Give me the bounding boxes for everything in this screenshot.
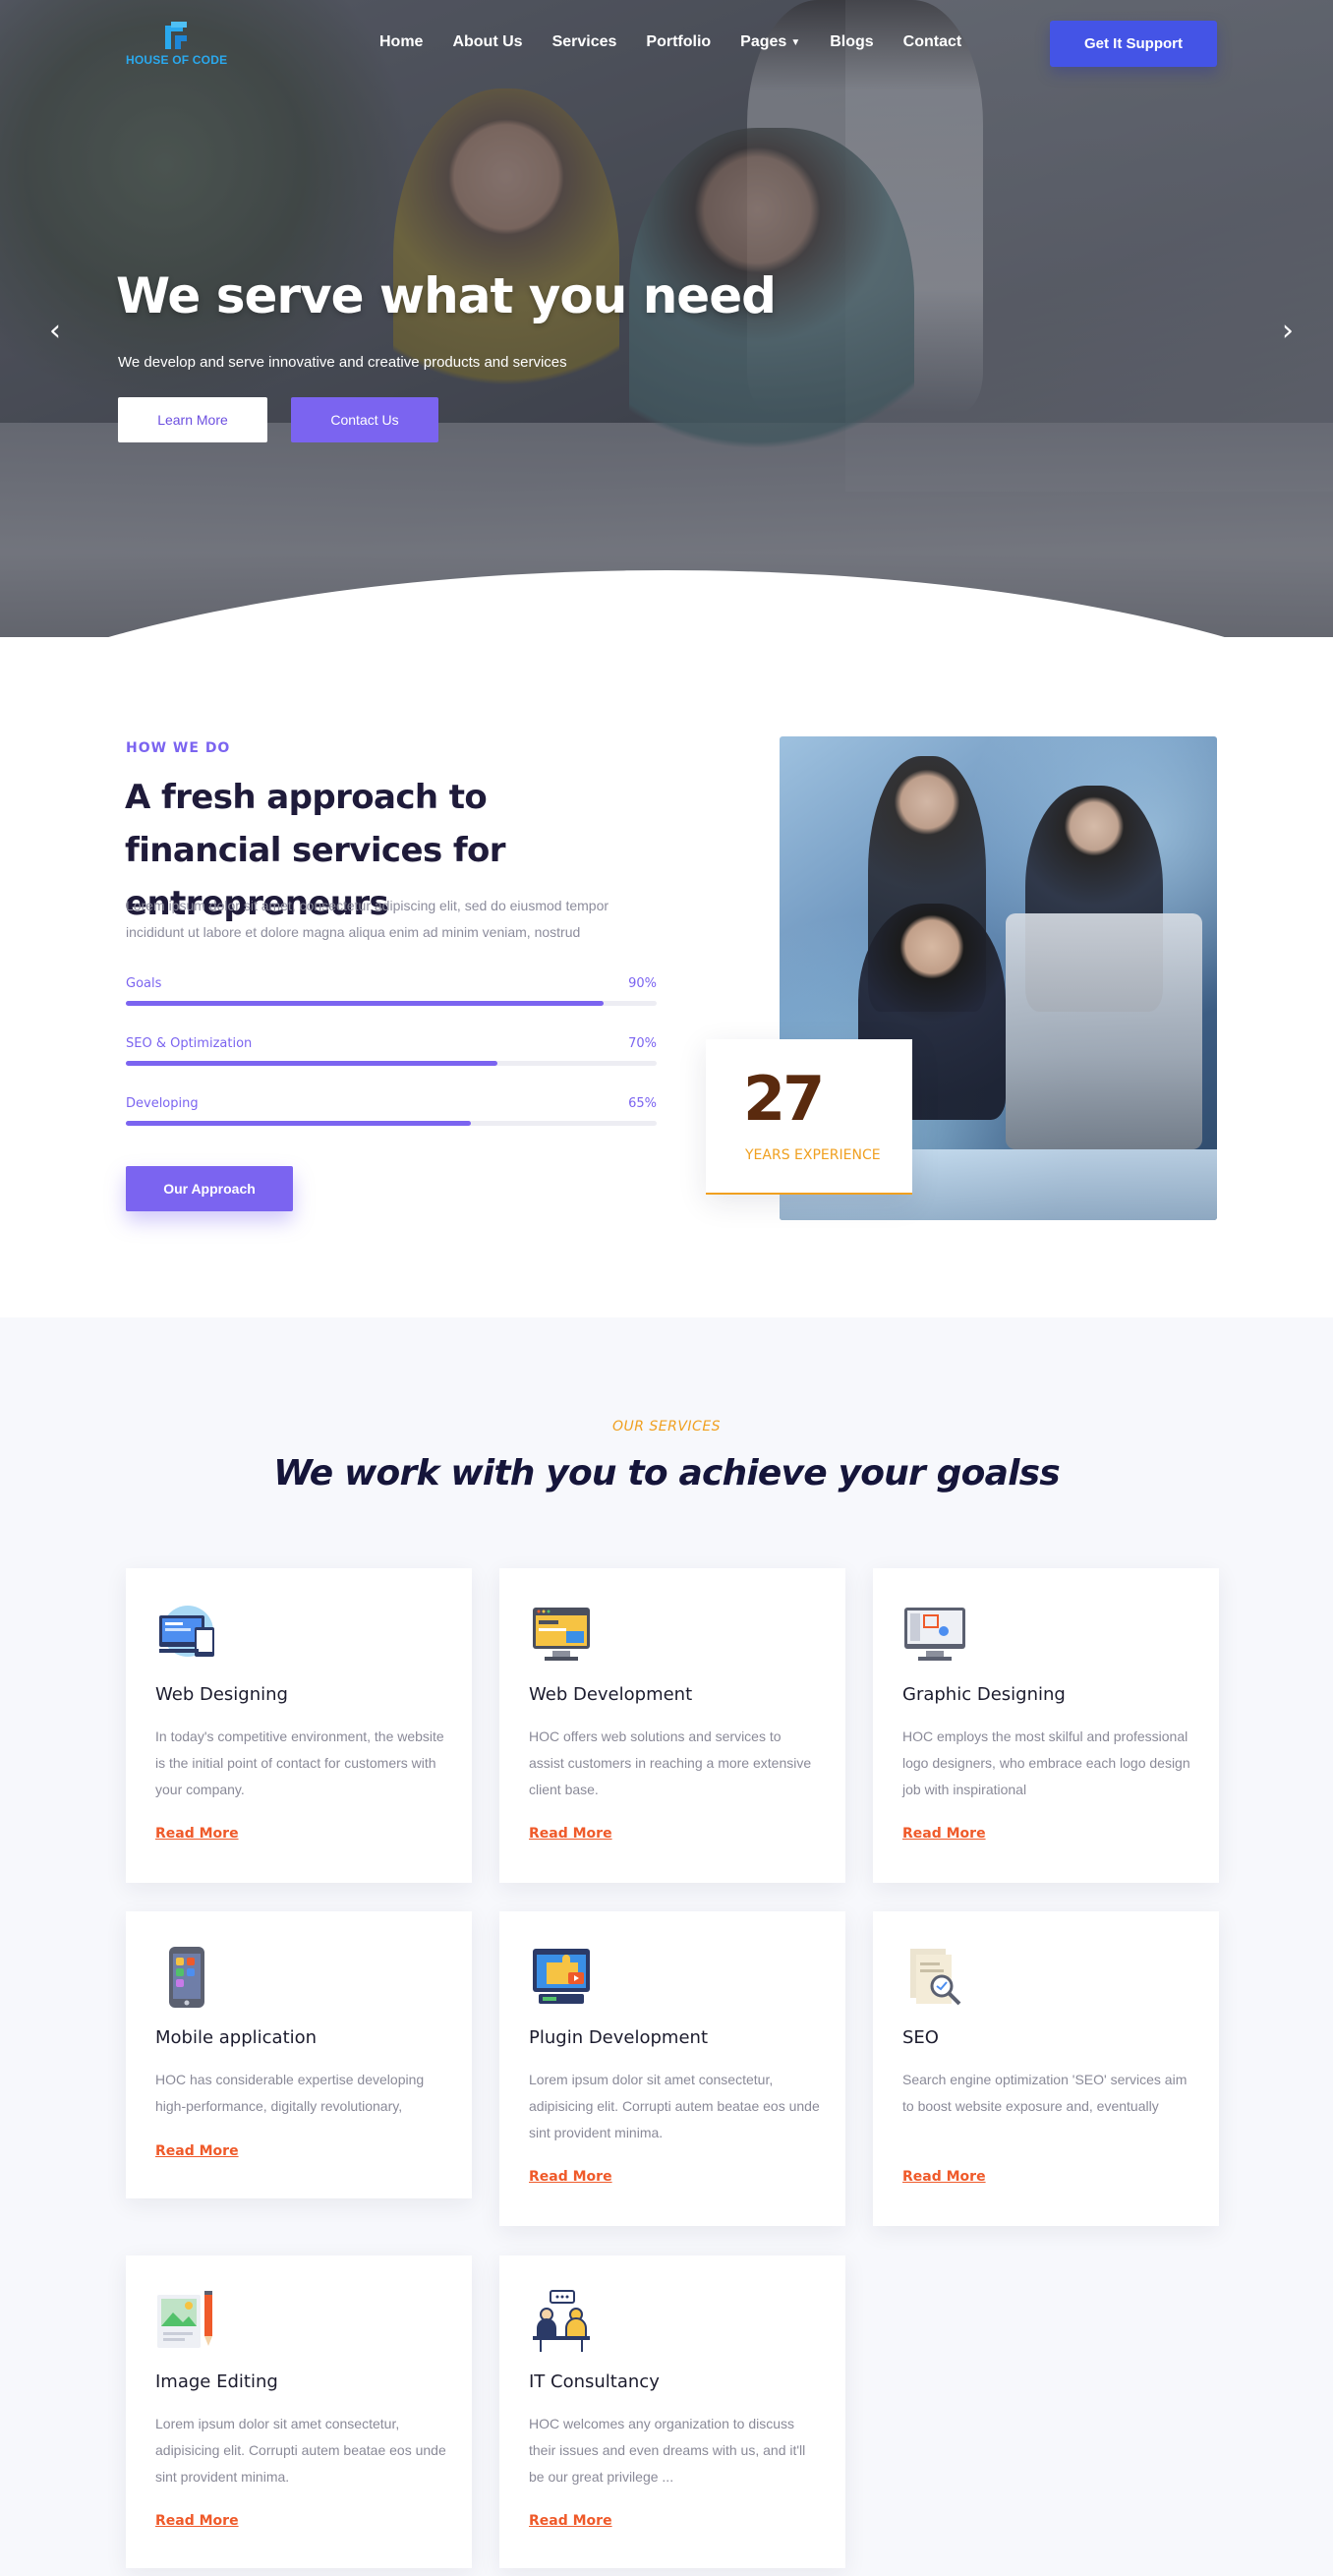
service-card-web-development: Web Development HOC offers web solutions… xyxy=(499,1568,845,1883)
get-support-button[interactable]: Get It Support xyxy=(1050,21,1217,67)
chevron-down-icon: ▼ xyxy=(790,36,801,48)
web-development-icon xyxy=(533,1608,590,1661)
service-card-plugin-development: Plugin Development Lorem ipsum dolor sit… xyxy=(499,1911,845,2226)
service-card-graphic-designing: Graphic Designing HOC employs the most s… xyxy=(873,1568,1219,1883)
skill-bar-goals: Goals 90% xyxy=(126,976,657,1016)
read-more-link[interactable]: Read More xyxy=(902,2169,986,2185)
slider-dots xyxy=(653,610,690,617)
about-text: Lorem ipsum dolor sit amet, consectetur … xyxy=(126,898,609,940)
read-more-link[interactable]: Read More xyxy=(529,2169,612,2185)
nav-link-pages-label: Pages xyxy=(740,33,787,50)
read-more-link[interactable]: Read More xyxy=(902,1826,986,1842)
hero-subtitle: We develop and serve innovative and crea… xyxy=(118,354,567,371)
slider-dot-active[interactable] xyxy=(667,610,675,617)
contact-us-button[interactable]: Contact Us xyxy=(291,397,438,442)
service-card-it-consultancy: IT Consultancy HOC welcomes any organiza… xyxy=(499,2255,845,2568)
skill-track xyxy=(126,1121,657,1126)
service-card-title: IT Consultancy xyxy=(529,2371,660,2392)
skill-label: Developing xyxy=(126,1096,199,1111)
nav-link-contact[interactable]: Contact xyxy=(903,33,962,51)
service-card-title: Mobile application xyxy=(155,2027,318,2048)
read-more-link[interactable]: Read More xyxy=(155,1826,239,1842)
skill-bar-developing: Developing 65% xyxy=(126,1096,657,1136)
experience-number: 27 xyxy=(743,1063,825,1135)
skill-label: Goals xyxy=(126,976,162,991)
skill-fill xyxy=(126,1061,497,1066)
experience-badge: 27 YEARS EXPERIENCE xyxy=(706,1039,912,1195)
service-card-web-designing: Web Designing In today's competitive env… xyxy=(126,1568,472,1883)
service-card-seo: SEO Search engine optimization 'SEO' ser… xyxy=(873,1911,1219,2226)
slider-next-arrow-icon[interactable]: › xyxy=(1270,313,1305,348)
services-section: OUR SERVICES We work with you to achieve… xyxy=(0,1317,1333,2576)
skill-fill xyxy=(126,1121,471,1126)
read-more-link[interactable]: Read More xyxy=(155,2143,239,2159)
nav-link-blogs[interactable]: Blogs xyxy=(830,33,873,51)
monitor-image xyxy=(1006,913,1202,1149)
skill-percent: 65% xyxy=(628,1096,657,1111)
skill-bar-seo: SEO & Optimization 70% xyxy=(126,1036,657,1076)
service-card-title: SEO xyxy=(902,2027,939,2048)
about-eyebrow: HOW WE DO xyxy=(126,740,231,756)
nav-link-portfolio[interactable]: Portfolio xyxy=(646,33,711,51)
web-design-icon xyxy=(159,1606,214,1657)
service-card-text: HOC offers web solutions and services to… xyxy=(529,1728,812,1797)
slider-dot[interactable] xyxy=(653,611,658,616)
service-card-text: HOC welcomes any organization to discuss… xyxy=(529,2416,806,2485)
hero-section: HOUSE OF CODE Home About Us Services Por… xyxy=(0,0,1333,637)
services-title: We work with you to achieve your goalss xyxy=(273,1453,1061,1493)
hero-title: We serve what you need xyxy=(116,267,777,324)
service-card-text: Search engine optimization 'SEO' service… xyxy=(902,2072,1188,2114)
service-card-image-editing: Image Editing Lorem ipsum dolor sit amet… xyxy=(126,2255,472,2568)
skill-percent: 70% xyxy=(628,1036,657,1051)
slider-dot[interactable] xyxy=(685,611,690,616)
experience-label: YEARS EXPERIENCE xyxy=(745,1147,881,1163)
service-card-text: HOC employs the most skilful and profess… xyxy=(902,1728,1190,1797)
service-card-title: Web Development xyxy=(529,1684,693,1705)
logo-mark-icon xyxy=(165,22,187,49)
skill-label: SEO & Optimization xyxy=(126,1036,253,1051)
service-card-title: Graphic Designing xyxy=(902,1684,1066,1705)
mobile-app-icon xyxy=(169,1947,204,2008)
service-card-title: Plugin Development xyxy=(529,2027,708,2048)
slider-prev-arrow-icon[interactable]: ‹ xyxy=(37,313,73,348)
skill-percent: 90% xyxy=(628,976,657,991)
navbar: HOUSE OF CODE Home About Us Services Por… xyxy=(0,0,1333,88)
skill-track xyxy=(126,1061,657,1066)
read-more-link[interactable]: Read More xyxy=(529,1826,612,1842)
service-card-text: Lorem ipsum dolor sit amet consectetur, … xyxy=(155,2416,446,2485)
logo[interactable]: HOUSE OF CODE xyxy=(126,20,244,71)
consultancy-icon xyxy=(533,2290,590,2352)
services-eyebrow: OUR SERVICES xyxy=(611,1419,722,1434)
plugin-icon xyxy=(533,1949,590,2004)
seo-icon xyxy=(910,1949,961,2006)
nav-link-services[interactable]: Services xyxy=(552,33,617,51)
service-card-title: Image Editing xyxy=(155,2371,278,2392)
image-editing-icon xyxy=(157,2291,212,2348)
skill-track xyxy=(126,1001,657,1006)
learn-more-button[interactable]: Learn More xyxy=(118,397,267,442)
service-card-title: Web Designing xyxy=(155,1684,288,1705)
nav-link-about[interactable]: About Us xyxy=(452,33,522,51)
read-more-link[interactable]: Read More xyxy=(529,2513,612,2529)
service-card-text: In today's competitive environment, the … xyxy=(155,1728,444,1797)
service-card-mobile-application: Mobile application HOC has considerable … xyxy=(126,1911,472,2198)
our-approach-button[interactable]: Our Approach xyxy=(126,1166,293,1211)
logo-text: HOUSE OF CODE xyxy=(126,53,228,67)
nav-link-pages[interactable]: Pages ▼ xyxy=(740,33,800,51)
read-more-link[interactable]: Read More xyxy=(155,2513,239,2529)
skill-fill xyxy=(126,1001,604,1006)
nav-menu: Home About Us Services Portfolio Pages ▼… xyxy=(379,33,991,51)
nav-link-home[interactable]: Home xyxy=(379,33,423,51)
service-card-text: Lorem ipsum dolor sit amet consectetur, … xyxy=(529,2072,820,2140)
graphic-design-icon xyxy=(904,1608,965,1661)
service-card-text: HOC has considerable expertise developin… xyxy=(155,2072,425,2114)
